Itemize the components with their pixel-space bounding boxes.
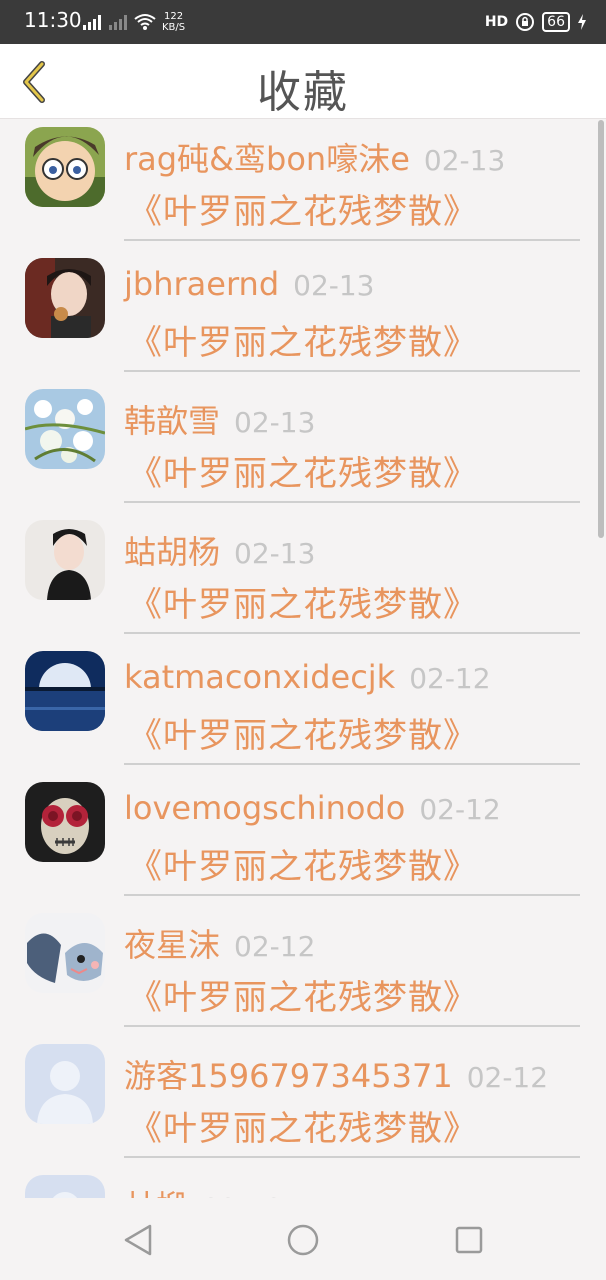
avatar[interactable]: [25, 127, 105, 207]
user-name[interactable]: 游客1596797345371: [124, 1057, 453, 1095]
book-title[interactable]: 《叶罗丽之花残梦散》: [128, 839, 478, 888]
app-header: 收藏: [0, 44, 606, 119]
user-name[interactable]: 韩歆雪: [124, 402, 220, 440]
user-name[interactable]: 蛄胡杨: [124, 533, 220, 571]
user-name[interactable]: 夜星沫: [124, 926, 220, 964]
book-title[interactable]: 《叶罗丽之花残梦散》: [128, 970, 478, 1019]
network-speed: 122 KB/S: [162, 11, 186, 33]
item-date: 02-12: [466, 1061, 549, 1094]
user-name[interactable]: 林椴: [124, 1188, 188, 1198]
item-header: 韩歆雪 02-13: [124, 396, 315, 442]
item-header: katmaconxidecjk 02-12: [124, 658, 491, 696]
triangle-back-icon: [124, 1224, 152, 1256]
avatar[interactable]: [25, 651, 105, 731]
charging-icon: [578, 14, 586, 30]
default-avatar[interactable]: [25, 1175, 105, 1198]
book-title[interactable]: 《叶罗丽之花残梦散》: [128, 446, 478, 495]
page-title: 收藏: [257, 67, 349, 118]
user-name[interactable]: rag砘&鸾bon嚎沫e: [124, 140, 410, 178]
item-date: 02-13: [293, 269, 375, 302]
item-date: 02-12: [234, 930, 316, 963]
nav-back-button[interactable]: [114, 1216, 162, 1264]
system-nav-bar: [0, 1198, 606, 1280]
battery-icon: 66: [542, 12, 570, 32]
scrollbar[interactable]: [598, 120, 604, 538]
divider: [124, 1025, 580, 1027]
list-item[interactable]: 林椴02-12: [0, 1166, 606, 1198]
item-header: jbhraernd 02-13: [124, 265, 375, 303]
status-bar: 11:30 122 KB/S HD 66: [0, 0, 606, 44]
nav-home-button[interactable]: [279, 1216, 327, 1264]
item-header: 夜星沫 02-12: [124, 920, 315, 966]
item-date: 02-12: [419, 793, 501, 826]
item-header: 林椴02-12: [124, 1182, 283, 1198]
item-header: lovemogschinodo 02-12: [124, 789, 501, 827]
avatar[interactable]: [25, 782, 105, 862]
item-header: 蛄胡杨 02-13: [124, 527, 315, 573]
favorites-list[interactable]: rag砘&鸾bon嚎沫e 02-13 《叶罗丽之花残梦散》 jbhraernd 02…: [0, 118, 606, 1198]
divider: [124, 894, 580, 896]
wifi-icon: [134, 14, 156, 30]
list-item[interactable]: katmaconxidecjk 02-12 《叶罗丽之花残梦散》: [0, 642, 606, 773]
item-header: rag砘&鸾bon嚎沫e 02-13: [124, 134, 505, 180]
circle-home-icon: [287, 1224, 319, 1256]
list-item[interactable]: 游客1596797345371 02-12 《叶罗丽之花残梦散》: [0, 1035, 606, 1166]
divider: [124, 1156, 580, 1158]
nav-recents-button[interactable]: [444, 1216, 492, 1264]
divider: [124, 763, 580, 765]
avatar[interactable]: [25, 520, 105, 600]
list-item[interactable]: jbhraernd 02-13 《叶罗丽之花残梦散》: [0, 249, 606, 380]
hd-icon: HD: [484, 14, 509, 30]
item-date: 02-13: [234, 537, 316, 570]
lock-icon: [516, 13, 535, 31]
item-date: 02-12: [409, 662, 491, 695]
book-title[interactable]: 《叶罗丽之花残梦散》: [128, 1101, 478, 1150]
divider: [124, 370, 580, 372]
list-item[interactable]: 蛄胡杨 02-13 《叶罗丽之花残梦散》: [0, 511, 606, 642]
user-name[interactable]: lovemogschinodo: [124, 789, 405, 827]
list-item[interactable]: 夜星沫 02-12 《叶罗丽之花残梦散》: [0, 904, 606, 1035]
default-avatar[interactable]: [25, 1044, 105, 1124]
status-time: 11:30: [24, 8, 82, 32]
book-title[interactable]: 《叶罗丽之花残梦散》: [128, 184, 478, 233]
user-placeholder-icon: [25, 1175, 105, 1198]
list-item[interactable]: rag砘&鸾bon嚎沫e 02-13 《叶罗丽之花残梦散》: [0, 118, 606, 249]
avatar[interactable]: [25, 389, 105, 469]
signal-icon-2: [109, 15, 127, 30]
status-right-icons: HD 66: [485, 8, 586, 36]
item-date: 02-13: [234, 406, 316, 439]
avatar[interactable]: [25, 913, 105, 993]
divider: [124, 501, 580, 503]
list-item[interactable]: lovemogschinodo 02-12 《叶罗丽之花残梦散》: [0, 773, 606, 904]
item-header: 游客1596797345371 02-12: [124, 1051, 548, 1097]
divider: [124, 632, 580, 634]
list-item[interactable]: 韩歆雪 02-13 《叶罗丽之花残梦散》: [0, 380, 606, 511]
item-date: 02-13: [423, 144, 506, 177]
status-left-icons: 122 KB/S: [82, 6, 185, 38]
avatar[interactable]: [25, 258, 105, 338]
user-placeholder-icon: [25, 1044, 105, 1124]
divider: [124, 239, 580, 241]
user-name[interactable]: katmaconxidecjk: [124, 658, 395, 696]
user-name[interactable]: jbhraernd: [124, 265, 279, 303]
book-title[interactable]: 《叶罗丽之花残梦散》: [128, 577, 478, 626]
book-title[interactable]: 《叶罗丽之花残梦散》: [128, 708, 478, 757]
square-recents-icon: [455, 1226, 483, 1254]
signal-icon: [83, 15, 101, 30]
book-title[interactable]: 《叶罗丽之花残梦散》: [128, 315, 478, 364]
